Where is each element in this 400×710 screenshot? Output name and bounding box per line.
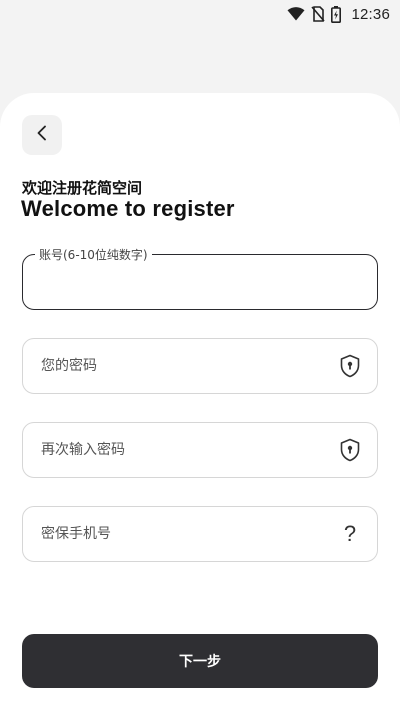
shield-lock-icon[interactable]	[337, 437, 363, 463]
wifi-icon	[287, 7, 305, 21]
password-input[interactable]	[23, 339, 377, 393]
security-phone-field[interactable]: ?	[22, 506, 378, 562]
account-field[interactable]: 账号(6-10位纯数字)	[22, 246, 378, 310]
security-phone-input[interactable]	[23, 507, 377, 561]
page-title: Welcome to register	[21, 196, 235, 221]
battery-charging-icon	[331, 5, 342, 23]
welcome-subtitle: 欢迎注册花简空间	[22, 179, 143, 197]
confirm-password-field[interactable]	[22, 422, 378, 478]
back-button[interactable]	[22, 115, 62, 155]
question-mark-icon[interactable]: ?	[337, 521, 363, 547]
status-time: 12:36	[351, 5, 390, 23]
next-step-button[interactable]: 下一步	[22, 634, 378, 688]
password-field[interactable]	[22, 338, 378, 394]
shield-lock-icon[interactable]	[337, 353, 363, 379]
status-bar: 12:36	[0, 0, 400, 28]
no-sim-icon	[311, 6, 326, 22]
chevron-left-icon	[36, 125, 48, 145]
register-card: 欢迎注册花简空间 Welcome to register 账号(6-10位纯数字…	[0, 93, 400, 710]
confirm-password-input[interactable]	[23, 423, 377, 477]
account-input[interactable]	[23, 255, 377, 309]
